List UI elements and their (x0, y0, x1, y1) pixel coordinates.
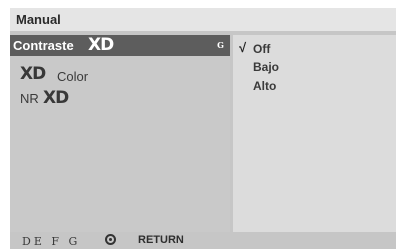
check-icon: √ (239, 40, 247, 55)
option-alto[interactable]: Alto (253, 79, 276, 93)
menu-item-nr-xd[interactable]: NR XD (10, 88, 230, 109)
xd-logo: XD (20, 64, 46, 84)
menu-item-contraste-xd[interactable]: Contraste XD G (10, 35, 230, 56)
return-button[interactable]: RETURN (138, 234, 184, 246)
menu-item-label: Color (57, 69, 89, 84)
menu-item-label: Contraste (13, 38, 74, 53)
settings-list: Contraste XD G XD Color NR XD (10, 35, 230, 232)
enter-icon (105, 234, 116, 245)
menu-item-xd-color[interactable]: XD Color (10, 64, 230, 85)
menu-title: Manual (16, 12, 61, 27)
osd-menu: Manual Contraste XD G XD Color NR XD √ O… (10, 8, 396, 249)
option-off[interactable]: Off (253, 42, 270, 56)
title-bar: Manual (10, 8, 396, 31)
footer-bar: DE F G RETURN (10, 232, 396, 249)
navigation-arrows-icon: DE F G (22, 235, 81, 248)
options-panel: √ Off Bajo Alto (233, 35, 396, 232)
right-arrow-icon: G (217, 40, 224, 50)
xd-logo: XD (43, 88, 69, 108)
option-bajo[interactable]: Bajo (253, 60, 279, 74)
menu-item-label: NR (20, 91, 39, 106)
xd-logo: XD (88, 35, 114, 55)
